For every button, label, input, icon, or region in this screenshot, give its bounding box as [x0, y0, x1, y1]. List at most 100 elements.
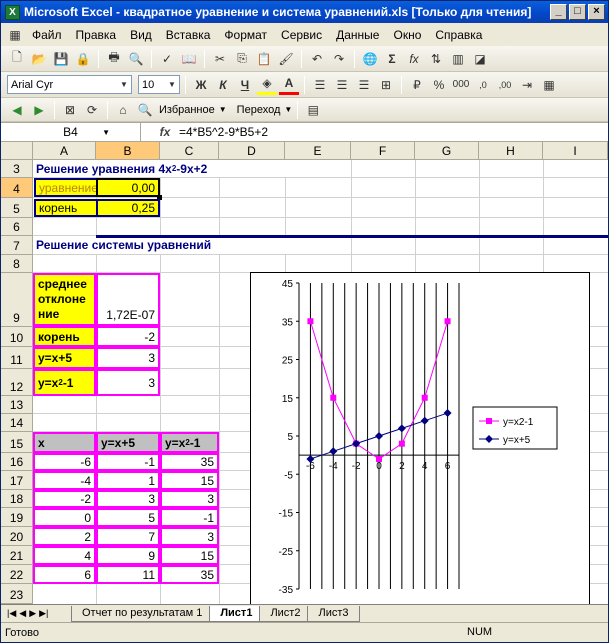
- cell-b4[interactable]: 0,00: [96, 178, 160, 197]
- font-color-icon[interactable]: A: [279, 75, 299, 95]
- decrease-decimal-icon[interactable]: ,00: [495, 75, 515, 95]
- row-header-12[interactable]: 12: [1, 369, 33, 396]
- home-icon[interactable]: ⌂: [113, 100, 133, 120]
- open-icon[interactable]: 📂: [29, 49, 49, 69]
- fill-color-icon[interactable]: ◈: [257, 75, 277, 95]
- save-icon[interactable]: 💾: [51, 49, 71, 69]
- menu-view[interactable]: Вид: [123, 28, 159, 42]
- row-header-9[interactable]: 9: [1, 273, 33, 327]
- row-header-10[interactable]: 10: [1, 327, 33, 347]
- minimize-button[interactable]: _: [550, 4, 567, 20]
- cell-b9[interactable]: 1,72E-07: [96, 273, 160, 326]
- cell-b11[interactable]: 3: [96, 347, 160, 369]
- cell-a9[interactable]: среднее отклоне ние: [33, 273, 96, 326]
- table-cell[interactable]: 2: [33, 527, 96, 546]
- align-right-icon[interactable]: ☰: [354, 75, 374, 95]
- menu-insert[interactable]: Вставка: [159, 28, 218, 42]
- italic-button[interactable]: К: [213, 75, 233, 95]
- table-cell[interactable]: 1: [96, 471, 160, 490]
- align-left-icon[interactable]: ☰: [310, 75, 330, 95]
- column-header-i[interactable]: I: [543, 142, 608, 160]
- table-cell[interactable]: 3: [160, 490, 219, 508]
- menu-format[interactable]: Формат: [217, 28, 274, 42]
- chart-wizard-icon[interactable]: ▥: [448, 49, 468, 69]
- column-header-e[interactable]: E: [285, 142, 351, 160]
- cell-b10[interactable]: -2: [96, 326, 160, 347]
- forward-icon[interactable]: ▶: [29, 100, 49, 120]
- cell-b12[interactable]: 3: [96, 369, 160, 396]
- table-cell[interactable]: 0: [33, 508, 96, 527]
- table-cell[interactable]: -1: [96, 453, 160, 471]
- row-header-17[interactable]: 17: [1, 471, 33, 490]
- goto-button[interactable]: Переход: [235, 104, 283, 116]
- cell-a5[interactable]: корень: [34, 199, 96, 217]
- paste-icon[interactable]: 📋: [254, 49, 274, 69]
- new-icon[interactable]: 🗋: [7, 49, 27, 69]
- workbook-icon[interactable]: ▦: [5, 25, 25, 45]
- menu-help[interactable]: Справка: [428, 28, 489, 42]
- row-header-7[interactable]: 7: [1, 236, 33, 255]
- cell-a12[interactable]: y=x 2 -1: [33, 369, 96, 396]
- column-header-g[interactable]: G: [415, 142, 479, 160]
- merge-center-icon[interactable]: ⊞: [376, 75, 396, 95]
- table-cell[interactable]: 3: [160, 527, 219, 546]
- cell-b15[interactable]: y=x+5: [96, 432, 160, 453]
- bold-button[interactable]: Ж: [191, 75, 211, 95]
- column-header-b[interactable]: B: [96, 142, 160, 160]
- increase-decimal-icon[interactable]: ,0: [473, 75, 493, 95]
- row-header-11[interactable]: 11: [1, 347, 33, 369]
- table-cell[interactable]: -1: [160, 508, 219, 527]
- row-header-18[interactable]: 18: [1, 490, 33, 508]
- table-cell[interactable]: 11: [96, 565, 160, 584]
- row-header-23[interactable]: 23: [1, 584, 33, 604]
- row-header-8[interactable]: 8: [1, 255, 33, 273]
- table-cell[interactable]: -2: [33, 490, 96, 508]
- menu-window[interactable]: Окно: [386, 28, 428, 42]
- currency-icon[interactable]: ₽: [407, 75, 427, 95]
- table-cell[interactable]: 6: [33, 565, 96, 584]
- prev-sheet-icon[interactable]: ◀: [19, 608, 26, 619]
- spelling-icon[interactable]: ✓: [157, 49, 177, 69]
- menu-edit[interactable]: Правка: [69, 28, 124, 42]
- borders-icon[interactable]: ▦: [539, 75, 559, 95]
- redo-icon[interactable]: ↷: [329, 49, 349, 69]
- table-cell[interactable]: 7: [96, 527, 160, 546]
- row-header-21[interactable]: 21: [1, 546, 33, 565]
- column-header-f[interactable]: F: [351, 142, 415, 160]
- column-header-d[interactable]: D: [219, 142, 285, 160]
- thousands-button[interactable]: 000: [451, 75, 471, 95]
- research-icon[interactable]: 📖: [179, 49, 199, 69]
- chart-area[interactable]: 45 35 25 15 5 -5 -15 -25 -35 -6 -4 -2 0 2 4 6 y=x2-1 y=x+…: [250, 272, 590, 604]
- row-header-20[interactable]: 20: [1, 527, 33, 546]
- table-cell[interactable]: 35: [160, 565, 219, 584]
- tab-sheet3[interactable]: Лист3: [307, 605, 360, 622]
- row-header-16[interactable]: 16: [1, 453, 33, 471]
- drawing-icon[interactable]: ◪: [470, 49, 490, 69]
- table-cell[interactable]: 15: [160, 471, 219, 490]
- autosum-icon[interactable]: Σ: [382, 49, 402, 69]
- tab-report[interactable]: Отчет по результатам 1: [71, 605, 214, 622]
- row-header-22[interactable]: 22: [1, 565, 33, 584]
- row-header-4[interactable]: 4: [1, 178, 33, 198]
- indent-icon[interactable]: ⇥: [517, 75, 537, 95]
- column-header-h[interactable]: H: [479, 142, 543, 160]
- column-header-c[interactable]: C: [160, 142, 219, 160]
- worksheet-grid[interactable]: A B C D E F G H I 3 4 5 6 7 8 9 10 11 12…: [1, 142, 608, 604]
- font-size-combo[interactable]: 10 ▼: [138, 75, 180, 94]
- table-cell[interactable]: -6: [33, 453, 96, 471]
- row-header-14[interactable]: 14: [1, 414, 33, 432]
- table-cell[interactable]: 35: [160, 453, 219, 471]
- function-icon[interactable]: fx: [155, 125, 175, 139]
- underline-button[interactable]: Ч: [235, 75, 255, 95]
- table-cell[interactable]: -4: [33, 471, 96, 490]
- cell-a4[interactable]: уравнение: [34, 178, 96, 197]
- cell-c15[interactable]: y=x 2 -1: [160, 432, 219, 453]
- table-cell[interactable]: 15: [160, 546, 219, 565]
- cell-a10[interactable]: корень: [33, 326, 96, 347]
- table-cell[interactable]: 9: [96, 546, 160, 565]
- print-icon[interactable]: 🖶: [104, 49, 124, 69]
- table-cell[interactable]: 3: [96, 490, 160, 508]
- show-web-toolbar-icon[interactable]: ▤: [303, 100, 323, 120]
- copy-icon[interactable]: ⎘: [232, 49, 252, 69]
- permission-icon[interactable]: 🔒: [73, 49, 93, 69]
